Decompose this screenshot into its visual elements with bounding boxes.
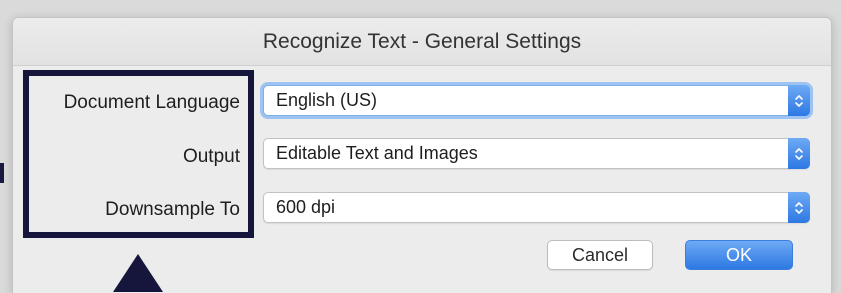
- labels-highlight-box: [23, 70, 254, 238]
- output-value: Editable Text and Images: [276, 143, 478, 163]
- up-down-chevron-icon[interactable]: [788, 138, 810, 169]
- ok-button[interactable]: OK: [685, 240, 793, 270]
- annotation-edge-mark: [0, 163, 4, 183]
- output-select[interactable]: Editable Text and Images: [263, 138, 810, 169]
- up-arrow-icon: [113, 254, 163, 292]
- up-down-chevron-icon[interactable]: [788, 192, 810, 223]
- downsample-to-value: 600 dpi: [276, 197, 336, 217]
- document-language-select[interactable]: English (US): [263, 85, 810, 116]
- document-language-value: English (US): [276, 90, 378, 110]
- downsample-to-select[interactable]: 600 dpi: [263, 192, 810, 223]
- cancel-button[interactable]: Cancel: [547, 240, 653, 270]
- up-down-chevron-icon[interactable]: [788, 85, 810, 116]
- dialog-title: Recognize Text - General Settings: [13, 18, 831, 66]
